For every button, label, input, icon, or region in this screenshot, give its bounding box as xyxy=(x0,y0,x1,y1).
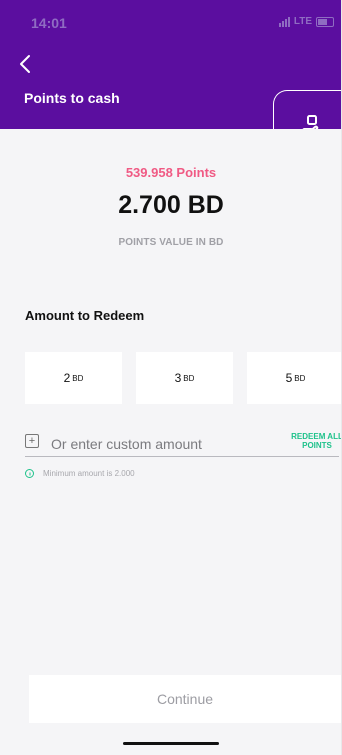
amount-option-3[interactable]: 3 BD xyxy=(136,352,233,404)
amount-option-2[interactable]: 2 BD xyxy=(25,352,122,404)
minimum-amount-text: Minimum amount is 2.000 xyxy=(43,469,135,478)
back-button[interactable] xyxy=(14,52,36,76)
signal-icon xyxy=(278,16,290,27)
custom-amount-input[interactable] xyxy=(51,435,266,453)
amount-option-unit: BD xyxy=(294,373,306,383)
points-value: 2.700 BD xyxy=(118,191,224,219)
custom-amount-row: + REDEEM ALL POINTS xyxy=(25,432,342,457)
battery-icon xyxy=(316,16,334,27)
carrier-label: LTE xyxy=(293,16,312,27)
points-balance: 539.958 Points xyxy=(125,165,217,180)
continue-button[interactable]: Continue xyxy=(29,675,341,723)
status-bar: 14:01 LTE xyxy=(0,0,342,44)
amount-option-value: 3 xyxy=(174,371,182,385)
info-icon xyxy=(25,469,34,478)
amount-to-redeem-title: Amount to Redeem xyxy=(25,308,145,323)
amount-option-unit: BD xyxy=(72,373,84,383)
status-time: 14:01 xyxy=(31,15,67,31)
page-title: Points to cash xyxy=(24,90,120,106)
amount-option-unit: BD xyxy=(183,373,195,383)
amount-option-5[interactable]: 5 BD xyxy=(247,352,342,404)
plus-square-icon: + xyxy=(25,434,39,448)
points-value-caption: POINTS VALUE IN BD xyxy=(118,237,224,248)
status-indicators: LTE xyxy=(278,16,334,27)
minimum-amount-note: Minimum amount is 2.000 xyxy=(25,469,135,478)
home-indicator xyxy=(123,742,219,745)
chevron-left-icon xyxy=(20,55,30,73)
amount-option-value: 5 xyxy=(285,371,293,385)
redeem-all-points-link[interactable]: REDEEM ALL POINTS xyxy=(284,432,342,450)
amount-option-value: 2 xyxy=(63,371,71,385)
